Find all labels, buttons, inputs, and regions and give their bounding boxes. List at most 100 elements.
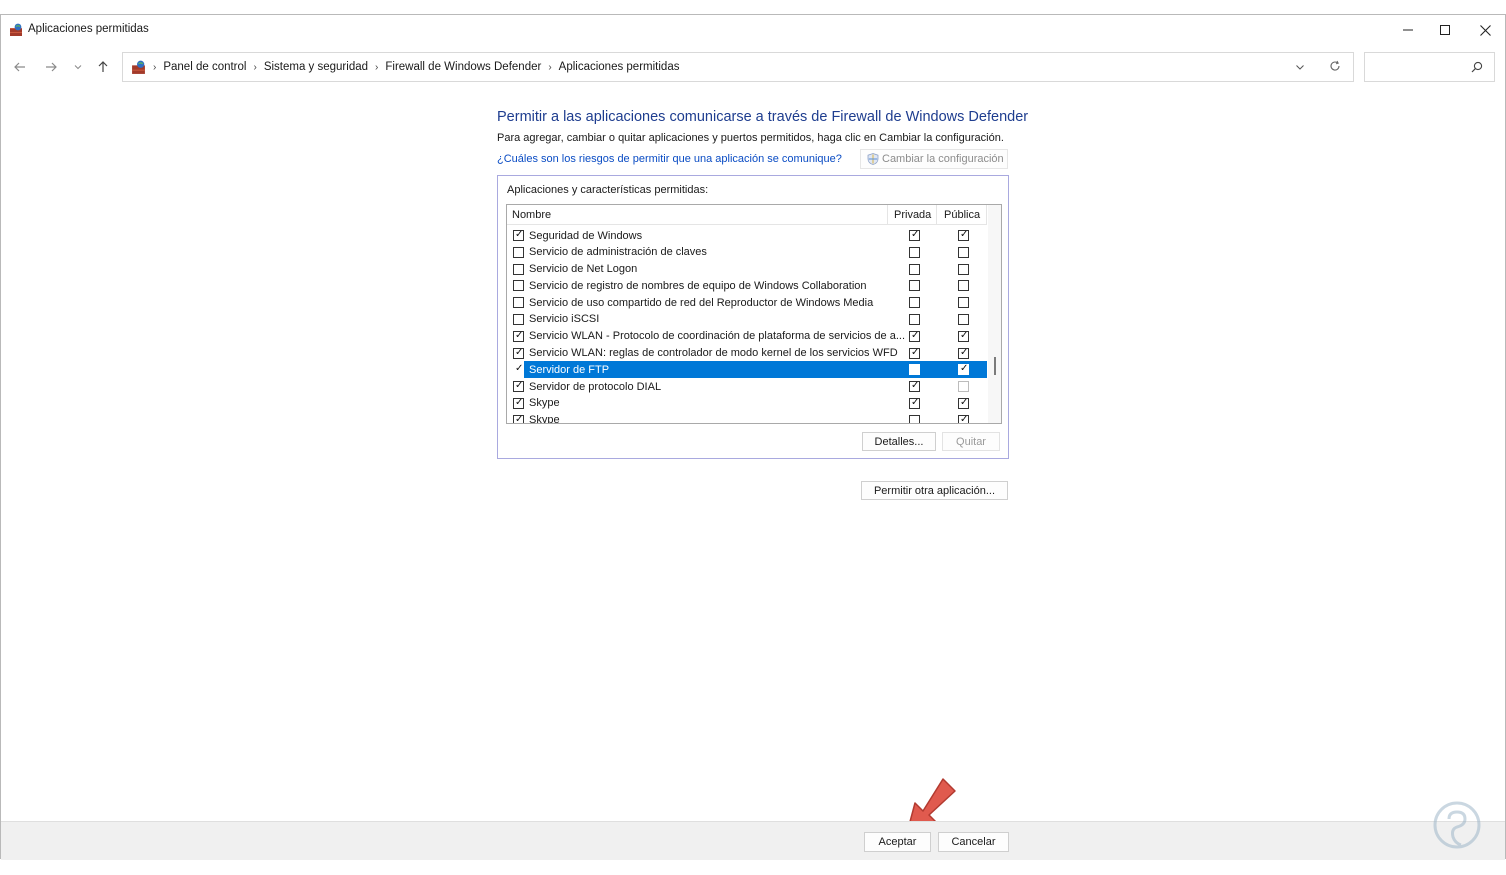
public-checkbox[interactable] bbox=[958, 263, 969, 275]
public-checkbox[interactable] bbox=[958, 246, 969, 258]
app-name: Servicio iSCSI bbox=[529, 313, 600, 326]
breadcrumb-separator-icon: › bbox=[253, 61, 257, 73]
minimize-button[interactable] bbox=[1388, 15, 1428, 45]
list-item[interactable]: Servicio iSCSI bbox=[507, 311, 987, 328]
back-button[interactable] bbox=[10, 57, 30, 77]
list-item[interactable]: Servicio de Net Logon bbox=[507, 261, 987, 278]
app-enabled-checkbox[interactable] bbox=[513, 313, 524, 325]
list-item[interactable]: Servicio de administración de claves bbox=[507, 244, 987, 261]
app-enabled-checkbox[interactable] bbox=[513, 347, 524, 359]
watermark-logo-icon bbox=[1433, 801, 1481, 849]
details-button[interactable]: Detalles... bbox=[862, 432, 936, 451]
column-divider[interactable] bbox=[936, 205, 937, 225]
public-checkbox[interactable] bbox=[958, 414, 969, 423]
breadcrumb-control-panel[interactable]: Panel de control bbox=[163, 61, 246, 73]
app-enabled-checkbox[interactable] bbox=[513, 297, 524, 309]
breadcrumb-allowed-apps[interactable]: Aplicaciones permitidas bbox=[559, 61, 680, 73]
public-checkbox[interactable] bbox=[958, 330, 969, 342]
app-enabled-checkbox[interactable] bbox=[513, 397, 524, 409]
list-item[interactable]: Servicio de uso compartido de red del Re… bbox=[507, 294, 987, 311]
close-button[interactable] bbox=[1465, 15, 1505, 45]
app-enabled-checkbox[interactable] bbox=[513, 381, 524, 393]
page-title: Permitir a las aplicaciones comunicarse … bbox=[497, 109, 1029, 125]
list-item[interactable]: Servicio WLAN: reglas de controlador de … bbox=[507, 345, 987, 362]
public-checkbox[interactable] bbox=[958, 280, 969, 292]
private-checkbox[interactable] bbox=[909, 246, 920, 258]
back-arrow-icon bbox=[14, 62, 25, 72]
change-settings-button[interactable]: Cambiar la configuración bbox=[860, 149, 1008, 169]
column-header-name[interactable]: Nombre bbox=[512, 205, 551, 225]
address-bar[interactable]: › Panel de control › Sistema y seguridad… bbox=[122, 52, 1354, 82]
public-checkbox[interactable] bbox=[958, 230, 969, 241]
list-item[interactable]: Servicio WLAN - Protocolo de coordinació… bbox=[507, 328, 987, 345]
list-item[interactable]: Seguridad de Windows bbox=[507, 227, 987, 244]
ok-button[interactable]: Aceptar bbox=[864, 832, 931, 852]
private-checkbox[interactable] bbox=[909, 347, 920, 359]
column-divider[interactable] bbox=[986, 205, 987, 225]
list-item[interactable]: Servidor de FTP bbox=[507, 361, 987, 379]
apps-rows: Seguridad de Windows Servicio de adminis… bbox=[507, 227, 987, 423]
private-checkbox[interactable] bbox=[909, 364, 920, 376]
recent-locations-button[interactable] bbox=[68, 57, 88, 77]
column-divider[interactable] bbox=[887, 205, 888, 225]
public-checkbox[interactable] bbox=[958, 381, 969, 393]
private-checkbox[interactable] bbox=[909, 280, 920, 292]
app-name: Seguridad de Windows bbox=[529, 229, 643, 242]
public-checkbox[interactable] bbox=[958, 297, 969, 309]
control-panel-icon bbox=[132, 60, 145, 74]
remove-button[interactable]: Quitar bbox=[942, 432, 1000, 451]
private-checkbox[interactable] bbox=[909, 330, 920, 342]
app-name: Servicio WLAN - Protocolo de coordinació… bbox=[529, 330, 906, 343]
list-scrollbar[interactable] bbox=[988, 205, 1001, 423]
risks-link[interactable]: ¿Cuáles son los riesgos de permitir que … bbox=[497, 153, 842, 165]
public-checkbox[interactable] bbox=[958, 364, 969, 376]
allow-another-app-button[interactable]: Permitir otra aplicación... bbox=[861, 481, 1008, 500]
search-input[interactable] bbox=[1369, 58, 1469, 76]
private-checkbox[interactable] bbox=[909, 263, 920, 275]
column-header-private[interactable]: Privada bbox=[894, 205, 931, 225]
app-enabled-checkbox[interactable] bbox=[513, 414, 524, 423]
chevron-down-icon bbox=[74, 65, 82, 70]
navigation-bar: › Panel de control › Sistema y seguridad… bbox=[1, 51, 1505, 83]
search-icon[interactable] bbox=[1471, 61, 1483, 73]
list-header: Nombre Privada Pública bbox=[507, 205, 987, 225]
window-title: Aplicaciones permitidas bbox=[28, 23, 149, 35]
private-checkbox[interactable] bbox=[909, 381, 920, 393]
app-enabled-checkbox[interactable] bbox=[513, 230, 524, 241]
allowed-apps-group: Aplicaciones y características permitida… bbox=[497, 175, 1009, 459]
column-header-public[interactable]: Pública bbox=[944, 205, 980, 225]
private-checkbox[interactable] bbox=[909, 414, 920, 423]
apps-list[interactable]: Nombre Privada Pública Seguridad de Wind… bbox=[506, 204, 1002, 424]
breadcrumb-firewall[interactable]: Firewall de Windows Defender bbox=[385, 61, 541, 73]
list-item[interactable]: Skype bbox=[507, 412, 987, 423]
breadcrumb-separator-icon: › bbox=[153, 61, 157, 73]
dialog-footer: Aceptar Cancelar bbox=[1, 821, 1505, 860]
cancel-button[interactable]: Cancelar bbox=[938, 832, 1009, 852]
refresh-button[interactable] bbox=[1329, 60, 1341, 75]
maximize-button[interactable] bbox=[1425, 15, 1465, 45]
title-bar: Aplicaciones permitidas bbox=[1, 15, 1505, 45]
breadcrumb: › Panel de control › Sistema y seguridad… bbox=[131, 53, 679, 81]
breadcrumb-system-security[interactable]: Sistema y seguridad bbox=[264, 61, 368, 73]
app-enabled-checkbox[interactable] bbox=[513, 263, 524, 275]
forward-button[interactable] bbox=[41, 57, 61, 77]
public-checkbox[interactable] bbox=[958, 313, 969, 325]
list-item[interactable]: Servidor de protocolo DIAL bbox=[507, 378, 987, 395]
private-checkbox[interactable] bbox=[909, 397, 920, 409]
list-item[interactable]: Skype bbox=[507, 395, 987, 412]
up-button[interactable] bbox=[93, 57, 113, 77]
app-enabled-checkbox[interactable] bbox=[513, 280, 524, 292]
scrollbar-thumb[interactable] bbox=[994, 357, 996, 375]
private-checkbox[interactable] bbox=[909, 230, 920, 241]
app-enabled-checkbox[interactable] bbox=[513, 246, 524, 258]
public-checkbox[interactable] bbox=[958, 397, 969, 409]
public-checkbox[interactable] bbox=[958, 347, 969, 359]
group-label: Aplicaciones y características permitida… bbox=[507, 184, 709, 196]
address-dropdown-button[interactable] bbox=[1295, 61, 1305, 75]
list-item[interactable]: Servicio de registro de nombres de equip… bbox=[507, 277, 987, 294]
search-box[interactable] bbox=[1364, 52, 1495, 82]
app-enabled-checkbox[interactable] bbox=[513, 330, 524, 342]
app-enabled-checkbox[interactable] bbox=[513, 364, 524, 376]
private-checkbox[interactable] bbox=[909, 313, 920, 325]
private-checkbox[interactable] bbox=[909, 297, 920, 309]
